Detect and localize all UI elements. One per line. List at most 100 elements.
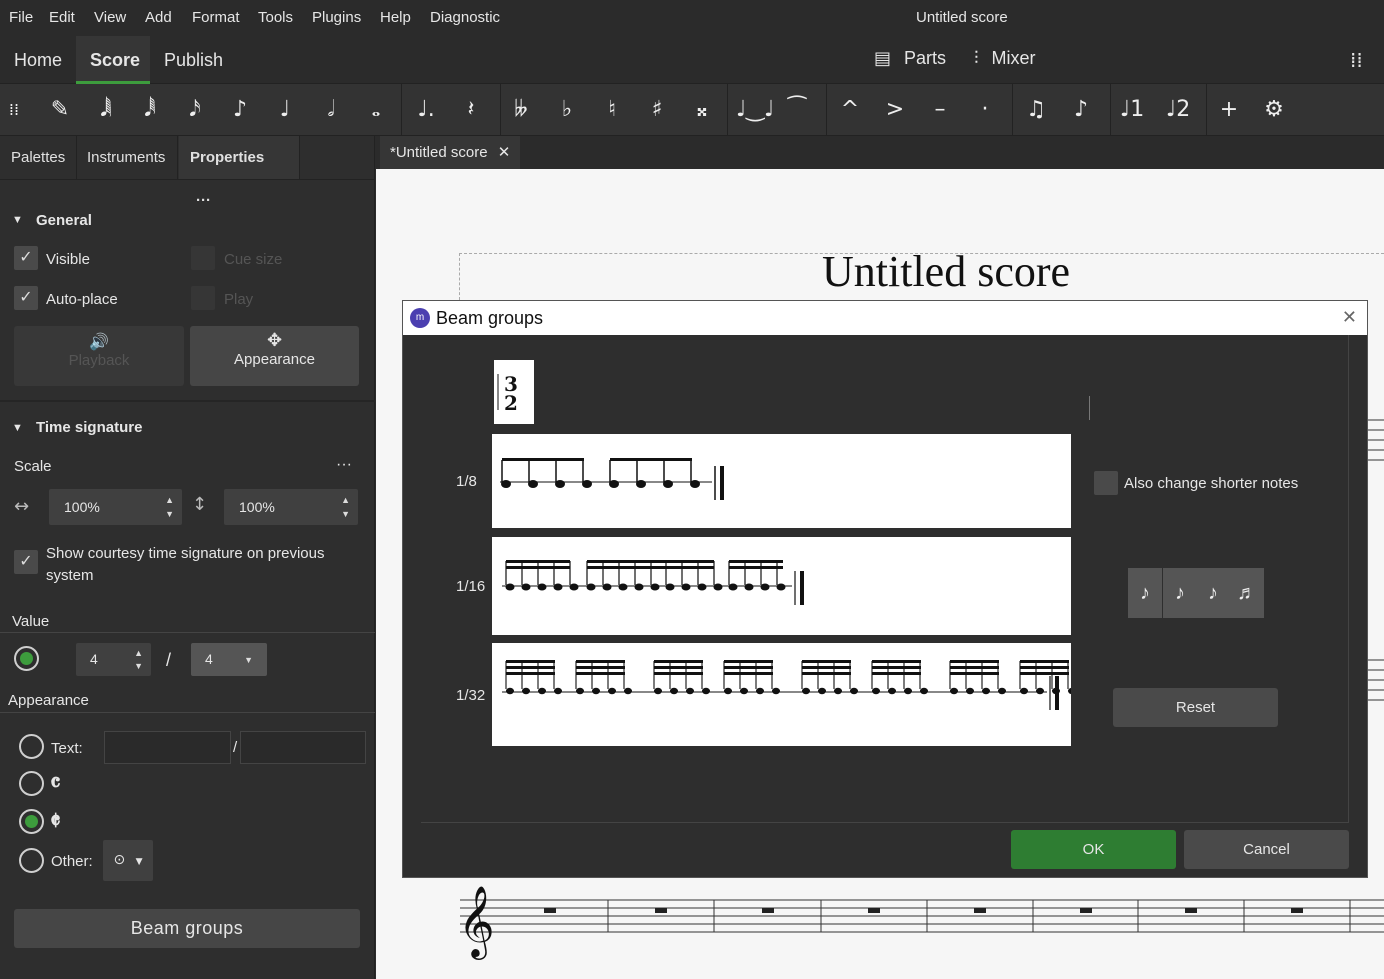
auto-place-label: Auto-place bbox=[46, 291, 118, 308]
menu-tools[interactable]: Tools bbox=[258, 9, 293, 26]
menu-view[interactable]: View bbox=[94, 9, 126, 26]
half-note-icon[interactable]: 𝅗𝅥 bbox=[315, 94, 347, 126]
sharp-icon[interactable]: ♯ bbox=[641, 94, 673, 126]
value-radio[interactable] bbox=[14, 646, 39, 671]
close-icon[interactable]: ✕ bbox=[1342, 307, 1357, 328]
cut-time-radio[interactable] bbox=[19, 809, 44, 834]
visible-checkbox[interactable]: ✓ bbox=[14, 246, 38, 270]
document-tab[interactable]: *Untitled score ✕ bbox=[380, 136, 521, 169]
drag-handle-icon[interactable]: ⁞⁞ bbox=[2, 94, 26, 126]
courtesy-checkbox[interactable]: ✓ bbox=[14, 550, 38, 574]
tab-publish[interactable]: Publish bbox=[150, 36, 237, 84]
tab-menu-icon[interactable]: ··· bbox=[196, 192, 211, 209]
menu-format[interactable]: Format bbox=[192, 9, 240, 26]
slur-icon[interactable]: ⁀ bbox=[781, 94, 813, 126]
spin-down-icon[interactable]: ▼ bbox=[134, 660, 143, 672]
ok-button[interactable]: OK bbox=[1011, 830, 1176, 869]
thirtysecond-beam-row[interactable] bbox=[492, 643, 1076, 746]
close-icon[interactable]: ✕ bbox=[498, 143, 511, 161]
menu-diagnostic[interactable]: Diagnostic bbox=[430, 9, 500, 26]
text-radio[interactable] bbox=[19, 734, 44, 759]
eighth-beam-row[interactable] bbox=[492, 434, 1071, 528]
beam-end-icon[interactable]: ♪ bbox=[1196, 568, 1230, 618]
32nd-note-icon[interactable]: 𝅘𝅥𝅱 bbox=[134, 94, 166, 126]
tab-properties[interactable]: Properties ··· bbox=[179, 136, 300, 209]
playback-button[interactable]: 🔊 Playback bbox=[14, 326, 184, 386]
parts-button[interactable]: ▤ Parts bbox=[874, 48, 946, 69]
spin-up-icon[interactable]: ▲ bbox=[134, 647, 143, 659]
score-title[interactable]: Untitled score bbox=[822, 246, 1070, 297]
sixteenth-beam-row[interactable] bbox=[492, 537, 1071, 635]
marcato-icon[interactable]: ^ bbox=[834, 94, 866, 126]
cue-size-checkbox[interactable] bbox=[191, 246, 215, 270]
scale-menu-icon[interactable]: ··· bbox=[336, 456, 352, 474]
also-change-checkbox[interactable] bbox=[1094, 471, 1118, 495]
menu-add[interactable]: Add bbox=[145, 9, 172, 26]
beam-middle-icon[interactable]: ♪ bbox=[1163, 568, 1197, 618]
other-radio[interactable] bbox=[19, 848, 44, 873]
beam-sub-icon[interactable]: ♬ bbox=[1230, 568, 1264, 618]
collapse-general-icon[interactable]: ▼ bbox=[12, 214, 23, 226]
spin-down-icon[interactable]: ▼ bbox=[341, 508, 350, 520]
accent-icon[interactable]: > bbox=[879, 94, 911, 126]
symbol-icon: ⊙ bbox=[113, 852, 126, 868]
menu-plugins[interactable]: Plugins bbox=[312, 9, 361, 26]
mixer-button[interactable]: ⫶ Mixer bbox=[974, 48, 1036, 69]
collapse-timesig-icon[interactable]: ▼ bbox=[12, 422, 23, 434]
eighth-note-icon[interactable]: ♪ bbox=[224, 94, 256, 126]
dot-icon[interactable]: ♩. bbox=[410, 94, 442, 126]
staff-system[interactable]: 𝄞 bbox=[440, 870, 1384, 970]
more-icon[interactable]: ⁞⁞ bbox=[1350, 48, 1363, 72]
tab-score[interactable]: Score bbox=[76, 36, 150, 84]
voice1-icon[interactable]: ♩1 bbox=[1116, 94, 1148, 126]
64th-note-icon[interactable]: 𝅘𝅥𝅲 bbox=[90, 94, 122, 126]
vertical-scale-input[interactable]: 100% ▲ ▼ bbox=[224, 489, 358, 525]
auto-place-checkbox[interactable]: ✓ bbox=[14, 286, 38, 310]
flat-icon[interactable]: ♭ bbox=[551, 94, 583, 126]
note-input-icon[interactable]: ✎ bbox=[44, 94, 76, 126]
tab-home[interactable]: Home bbox=[0, 36, 76, 84]
tenuto-icon[interactable]: – bbox=[924, 94, 956, 126]
menu-help[interactable]: Help bbox=[380, 9, 411, 26]
horizontal-scale-input[interactable]: 100% ▲ ▼ bbox=[49, 489, 182, 525]
document-tab-label: *Untitled score bbox=[390, 144, 488, 161]
spin-up-icon[interactable]: ▲ bbox=[165, 494, 174, 506]
voice2-icon[interactable]: ♩2 bbox=[1162, 94, 1194, 126]
rest-icon[interactable]: 𝄽 bbox=[455, 94, 487, 126]
cancel-button[interactable]: Cancel bbox=[1184, 830, 1349, 869]
menu-edit[interactable]: Edit bbox=[49, 9, 75, 26]
document-tab-bar: *Untitled score ✕ bbox=[376, 136, 1384, 169]
common-time-radio[interactable] bbox=[19, 771, 44, 796]
natural-icon[interactable]: ♮ bbox=[596, 94, 628, 126]
text-numerator-field[interactable] bbox=[104, 731, 231, 764]
dialog-title: Beam groups bbox=[436, 308, 544, 328]
separator bbox=[1089, 396, 1090, 420]
whole-note-icon[interactable]: 𝅝 bbox=[360, 94, 392, 126]
menu-file[interactable]: File bbox=[9, 9, 33, 26]
beam-groups-button[interactable]: Beam groups bbox=[14, 909, 360, 948]
quarter-note-icon[interactable]: ♩ bbox=[269, 94, 301, 126]
tab-instruments[interactable]: Instruments bbox=[75, 136, 179, 179]
dialog-titlebar[interactable]: m Beam groups ✕ bbox=[403, 301, 1367, 335]
appearance-button[interactable]: ✥ Appearance bbox=[190, 326, 359, 386]
staccato-icon[interactable]: · bbox=[969, 94, 1001, 126]
settings-icon[interactable]: ⚙ bbox=[1258, 94, 1290, 126]
horizontal-scale-value: 100% bbox=[64, 499, 100, 515]
tuplet-icon[interactable]: ♫ bbox=[1020, 94, 1052, 126]
text-denominator-field[interactable] bbox=[240, 731, 366, 764]
tab-palettes[interactable]: Palettes bbox=[0, 136, 78, 179]
other-symbol-select[interactable]: ⊙ ▼ bbox=[103, 840, 153, 881]
numerator-input[interactable]: 4 ▲ ▼ bbox=[76, 643, 151, 676]
denominator-select[interactable]: 4 ▼ bbox=[191, 643, 267, 676]
play-checkbox[interactable] bbox=[191, 286, 215, 310]
double-flat-icon[interactable]: 𝄫 bbox=[505, 94, 537, 126]
16th-note-icon[interactable]: 𝅘𝅥𝅯 bbox=[179, 94, 211, 126]
tie-icon[interactable]: ♩‿♩ bbox=[736, 94, 774, 126]
spin-down-icon[interactable]: ▼ bbox=[165, 508, 174, 520]
add-icon[interactable]: + bbox=[1213, 94, 1245, 126]
flip-icon[interactable]: ♪ bbox=[1065, 94, 1097, 126]
double-sharp-icon[interactable]: 𝄪 bbox=[686, 94, 718, 126]
spin-up-icon[interactable]: ▲ bbox=[341, 494, 350, 506]
beam-start-icon[interactable]: ♪ bbox=[1128, 568, 1162, 618]
reset-button[interactable]: Reset bbox=[1113, 688, 1278, 727]
